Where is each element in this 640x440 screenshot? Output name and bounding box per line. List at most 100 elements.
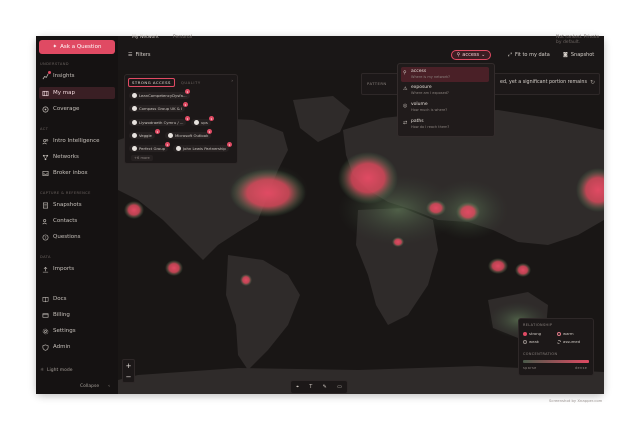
sidebar-item-networks[interactable]: Networks bbox=[39, 151, 115, 163]
zoom-control: + − bbox=[122, 359, 135, 383]
snapshot-button[interactable]: ◙ Snapshot bbox=[563, 52, 594, 58]
zoom-in-button[interactable]: + bbox=[123, 360, 134, 371]
inbox-icon bbox=[41, 169, 49, 177]
lens-option-paths[interactable]: ⇄ paths How do I reach them? bbox=[401, 117, 489, 132]
count-badge: 1 bbox=[183, 102, 188, 107]
question-icon: ? bbox=[41, 233, 49, 241]
sidebar-item-broker-inbox[interactable]: Broker inbox bbox=[39, 167, 115, 179]
document-icon bbox=[41, 201, 49, 209]
draw-toolbar: ⌖ T ✎ ▭ bbox=[290, 380, 348, 394]
heat-europe bbox=[338, 152, 398, 204]
users-icon bbox=[41, 137, 49, 145]
more-chips-button[interactable]: +6 more bbox=[131, 155, 153, 161]
light-mode-toggle[interactable]: ☼ Light mode bbox=[40, 368, 72, 373]
cursor-icon[interactable]: ⌖ bbox=[296, 384, 299, 390]
gear-icon bbox=[41, 327, 49, 335]
privacy-note: Not ranked. Private by default. bbox=[556, 35, 600, 45]
legend-assumed: assumed bbox=[557, 339, 580, 344]
count-badge: 1 bbox=[209, 116, 214, 121]
company-logo-icon bbox=[168, 133, 173, 138]
sidebar: ✦ Ask a Question UNDERSTAND Insights My … bbox=[36, 36, 119, 394]
section-understand: UNDERSTAND bbox=[40, 62, 69, 66]
book-icon bbox=[41, 295, 49, 303]
ask-question-button[interactable]: ✦ Ask a Question bbox=[39, 40, 115, 54]
sidebar-item-snapshots[interactable]: Snapshots bbox=[39, 199, 115, 211]
sidebar-item-docs[interactable]: Docs bbox=[39, 293, 115, 305]
count-badge: 1 bbox=[185, 116, 190, 121]
company-chip[interactable]: John Lewis Partnership bbox=[173, 145, 229, 152]
sidebar-item-intro-intelligence[interactable]: Intro Intelligence bbox=[39, 135, 115, 147]
company-chip[interactable]: Llywodraeth Cymru / ... bbox=[129, 119, 187, 126]
pin-icon: ⚲ bbox=[456, 52, 461, 58]
watermark: Screenshot by Xnapper.com bbox=[549, 398, 603, 403]
heat-north-america bbox=[230, 169, 306, 217]
lens-option-exposure[interactable]: ⚠ exposure Where am I exposed? bbox=[401, 83, 489, 98]
company-logo-icon bbox=[176, 146, 181, 151]
pattern-card: PATTERN bbox=[361, 73, 399, 95]
sidebar-item-my-map[interactable]: My map bbox=[39, 87, 115, 99]
company-logo-icon bbox=[132, 106, 137, 111]
company-chip[interactable]: ups bbox=[191, 119, 211, 126]
lens-option-volume[interactable]: ◎ volume How much is where? bbox=[401, 100, 489, 115]
pen-icon[interactable]: ✎ bbox=[323, 384, 327, 390]
heat-australia-2 bbox=[515, 263, 531, 277]
heat-australia bbox=[488, 258, 508, 274]
warning-icon: ⚠ bbox=[403, 86, 408, 92]
section-capture: CAPTURE & REFERENCE bbox=[40, 191, 91, 195]
sidebar-item-imports[interactable]: Imports bbox=[39, 263, 115, 275]
heat-india bbox=[456, 202, 480, 222]
count-badge: 1 bbox=[165, 142, 170, 147]
sparkle-icon: ✦ bbox=[52, 44, 58, 50]
top-toolbar: My Network Personal Not ranked. Private … bbox=[118, 35, 604, 71]
company-chip[interactable]: Microsoft Outlook bbox=[165, 132, 212, 139]
lens-select[interactable]: ⚲ access ⌄ bbox=[451, 50, 491, 60]
sidebar-item-settings[interactable]: Settings bbox=[39, 325, 115, 337]
strong-access-panel: STRONG ACCESS QUALITY › LeanCompetencyDy… bbox=[124, 74, 238, 164]
tab-strong-access[interactable]: STRONG ACCESS bbox=[128, 78, 175, 87]
upload-icon bbox=[41, 265, 49, 273]
svg-text:?: ? bbox=[44, 235, 46, 239]
heat-central-america bbox=[165, 260, 183, 276]
assumed-swatch bbox=[557, 339, 561, 344]
tab-quality[interactable]: QUALITY bbox=[181, 78, 201, 87]
heat-africa-east bbox=[392, 237, 404, 247]
page-subtitle: Personal bbox=[173, 35, 193, 40]
chevron-left-icon: ‹ bbox=[108, 384, 110, 389]
card-icon bbox=[41, 311, 49, 319]
section-data: DATA bbox=[40, 255, 51, 259]
sidebar-item-coverage[interactable]: Coverage bbox=[39, 103, 115, 115]
count-badge: 1 bbox=[207, 129, 212, 134]
company-logo-icon bbox=[132, 93, 137, 98]
legend-weak: weak bbox=[523, 339, 539, 344]
company-chip[interactable]: Compass Group UK & I bbox=[129, 105, 186, 112]
legend-warm: warm bbox=[557, 331, 574, 336]
sidebar-item-questions[interactable]: ? Questions bbox=[39, 231, 115, 243]
company-chip[interactable]: LeanCompetencyDysfa... bbox=[129, 92, 190, 99]
filters-button[interactable]: ☰ Filters bbox=[128, 52, 150, 58]
fit-to-data-button[interactable]: ⤢ Fit to my data bbox=[508, 52, 550, 58]
expand-icon: ⤢ bbox=[508, 52, 513, 58]
filter-icon: ☰ bbox=[128, 52, 133, 58]
warm-swatch bbox=[557, 331, 561, 336]
comment-icon[interactable]: ▭ bbox=[337, 384, 342, 390]
sidebar-item-billing[interactable]: Billing bbox=[39, 309, 115, 321]
shield-icon bbox=[41, 343, 49, 351]
lens-option-access[interactable]: ⚲ access Where is my network? bbox=[401, 67, 489, 82]
company-chip[interactable]: Perfect Group bbox=[129, 145, 169, 152]
company-logo-icon bbox=[194, 120, 199, 125]
refresh-icon[interactable]: ↻ bbox=[590, 79, 595, 86]
heat-south-america bbox=[240, 274, 252, 286]
lens-dropdown: ⚲ access Where is my network? ⚠ exposure… bbox=[397, 63, 495, 137]
sidebar-item-contacts[interactable]: Contacts bbox=[39, 215, 115, 227]
company-logo-icon bbox=[132, 120, 137, 125]
zoom-out-button[interactable]: − bbox=[123, 371, 134, 382]
count-badge: 1 bbox=[155, 129, 160, 134]
chevron-right-icon[interactable]: › bbox=[231, 78, 233, 83]
notification-dot bbox=[48, 71, 51, 74]
sidebar-item-admin[interactable]: Admin bbox=[39, 341, 115, 353]
company-chip[interactable]: Veggie bbox=[129, 132, 155, 139]
text-tool-icon[interactable]: T bbox=[309, 384, 312, 390]
collapse-button[interactable]: Collapse ‹ bbox=[80, 384, 110, 389]
company-logo-icon bbox=[132, 133, 137, 138]
map-legend: RELATIONSHIP strong warm weak assumed CO… bbox=[518, 318, 594, 376]
